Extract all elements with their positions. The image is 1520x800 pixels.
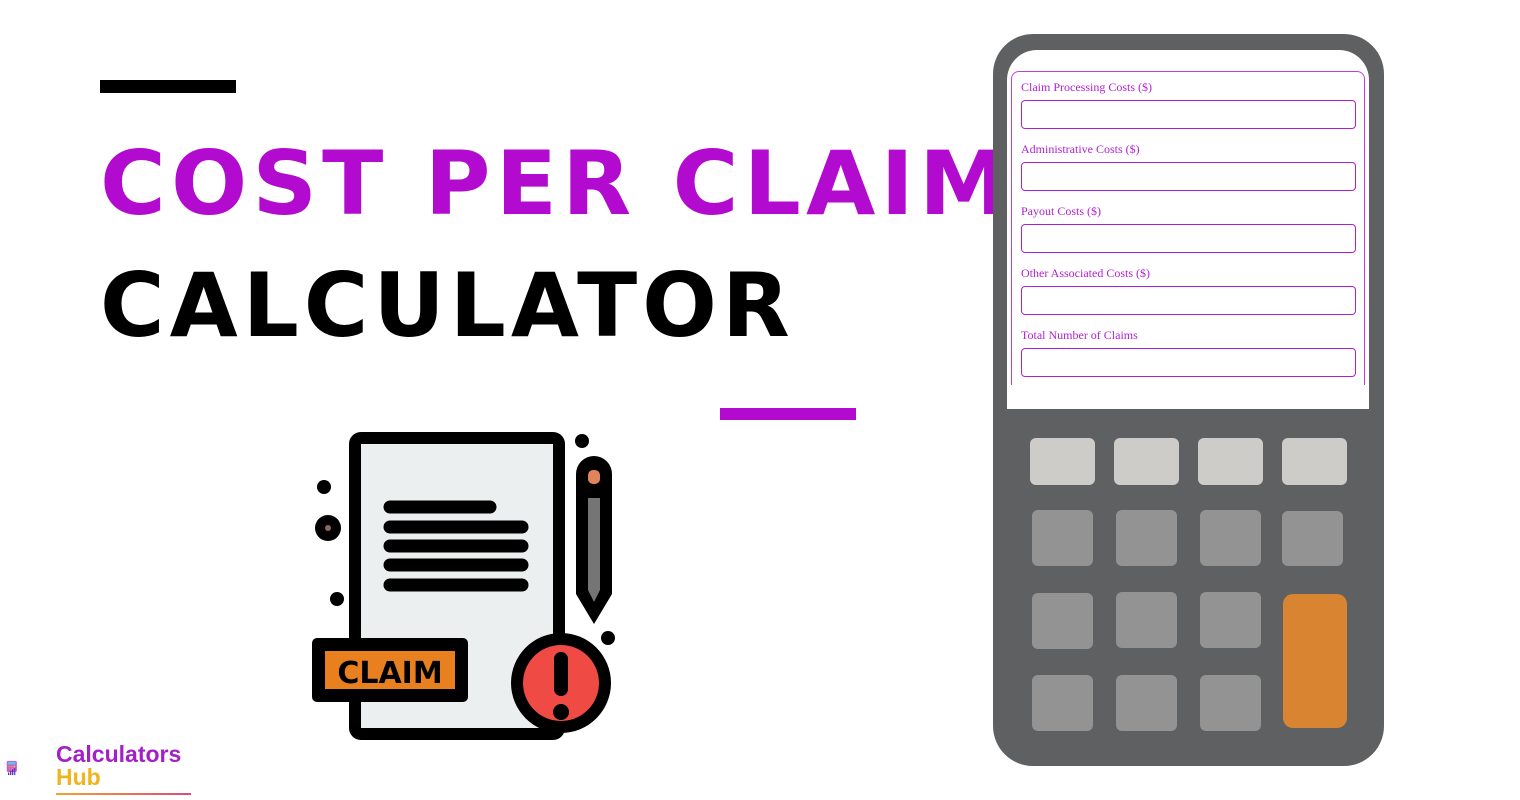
total-number-of-claims-input[interactable] [1021, 348, 1356, 377]
calculators-hub-logo-icon [6, 760, 17, 776]
administrative-costs-label: Administrative Costs ($) [1021, 142, 1140, 156]
calculator-key [1200, 675, 1261, 731]
payout-costs-input[interactable] [1021, 224, 1356, 253]
total-number-of-claims-label: Total Number of Claims [1021, 328, 1138, 342]
calculator-key [1032, 675, 1093, 731]
other-associated-costs-label: Other Associated Costs ($) [1021, 266, 1150, 280]
claim-badge: CLAIM [312, 638, 468, 702]
calculator-key [1282, 438, 1347, 485]
calculator-key [1032, 510, 1093, 566]
calculator-key [1030, 438, 1095, 485]
calculator-key [1114, 438, 1179, 485]
alert-icon [511, 633, 611, 733]
calculator-key [1116, 592, 1177, 648]
page-title-line1: COST PER CLAIM [100, 132, 1014, 235]
svg-text:CLAIM: CLAIM [337, 656, 442, 691]
dot-decoration [601, 631, 615, 645]
pencil-icon [576, 456, 612, 624]
dot-decoration [317, 480, 331, 494]
claim-processing-costs-label: Claim Processing Costs ($) [1021, 80, 1152, 94]
decorative-bar-bottom [720, 408, 856, 420]
logo-text-calculators: Calculators [56, 741, 182, 767]
calculator-equals-key [1283, 594, 1347, 728]
dot-decoration [575, 434, 589, 448]
payout-costs-label: Payout Costs ($) [1021, 204, 1102, 218]
claim-processing-costs-input[interactable] [1021, 100, 1356, 129]
logo-underline [56, 793, 191, 795]
calculator-key [1198, 438, 1263, 485]
calculator-key [1200, 510, 1261, 566]
calculator-key [1200, 592, 1261, 648]
administrative-costs-input[interactable] [1021, 162, 1356, 191]
calculator-key [1116, 675, 1177, 731]
logo-text-hub: Hub [56, 764, 101, 790]
calculator-key [1116, 510, 1177, 566]
calculator-key [1282, 511, 1343, 566]
page-title-line2: CALCULATOR [100, 254, 795, 357]
other-associated-costs-input[interactable] [1021, 286, 1356, 315]
calculator-key [1032, 593, 1093, 649]
decorative-bar-top [100, 80, 236, 93]
claim-document-icon: CLAIM [312, 432, 615, 740]
dot-decoration [330, 592, 344, 606]
